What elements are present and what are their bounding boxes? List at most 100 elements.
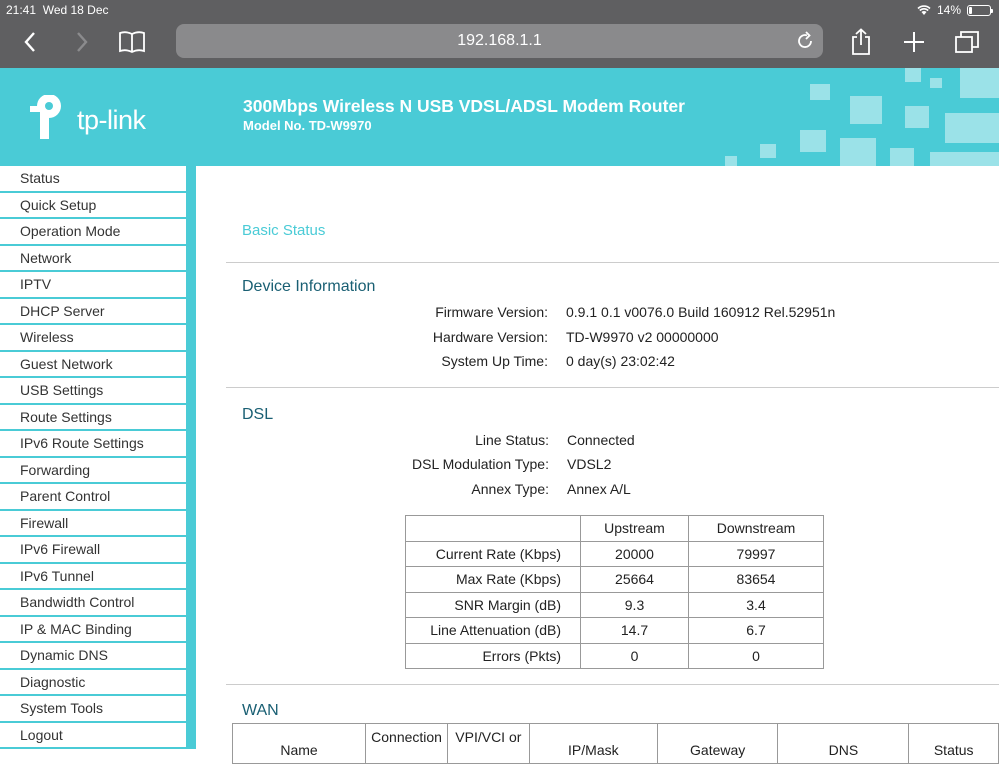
row-label: Line Attenuation (dB) — [405, 617, 581, 644]
browser-toolbar: 192.168.1.1 — [0, 20, 999, 68]
row-label: SNR Margin (dB) — [405, 591, 581, 618]
upstream-value: 9.3 — [580, 591, 689, 618]
upstream-value: 14.7 — [580, 617, 689, 644]
dsl-stats-table: Upstream Downstream Current Rate (Kbps) … — [405, 515, 824, 669]
hardware-version-row: Hardware Version: TD-W9970 v2 00000000 — [196, 329, 999, 349]
hardware-version-label: Hardware Version: — [432, 329, 548, 345]
plus-icon — [904, 32, 924, 52]
sidebar-item-logout[interactable]: Logout — [0, 722, 186, 747]
tp-link-logo: tp-link — [24, 95, 184, 143]
table-row: Errors (Pkts) 0 0 — [405, 642, 824, 669]
model-number: Model No. TD-W9970 — [243, 118, 372, 133]
firmware-version-row: Firmware Version: 0.9.1 0.1 v0076.0 Buil… — [196, 304, 999, 324]
system-up-time-row: System Up Time: 0 day(s) 23:02:42 — [196, 353, 999, 373]
annex-type-value: Annex A/L — [567, 481, 631, 497]
tabs-icon — [955, 31, 979, 53]
sidebar-item-ipv6-route-settings[interactable]: IPv6 Route Settings — [0, 431, 186, 456]
url-text: 192.168.1.1 — [457, 32, 542, 49]
sidebar-item-firewall[interactable]: Firewall — [0, 510, 186, 535]
status-right: 14% — [917, 3, 993, 17]
device-status-bar: 21:41 Wed 18 Dec 14% — [0, 0, 999, 20]
sidebar-item-operation-mode[interactable]: Operation Mode — [0, 219, 186, 244]
table-header-cell: Downstream — [688, 515, 824, 542]
forward-button[interactable] — [66, 28, 98, 56]
wan-title: WAN — [242, 702, 279, 719]
book-icon — [119, 31, 145, 54]
table-header-cell: Upstream — [580, 515, 689, 542]
sidebar-item-route-settings[interactable]: Route Settings — [0, 404, 186, 429]
sidebar-item-parent-control[interactable]: Parent Control — [0, 484, 186, 509]
new-tab-button[interactable] — [898, 28, 930, 56]
hardware-version-value: TD-W9970 v2 00000000 — [566, 329, 719, 345]
upstream-value: 0 — [580, 642, 689, 669]
share-icon — [852, 28, 870, 55]
battery-percent: 14% — [936, 3, 961, 17]
sidebar-item-quick-setup[interactable]: Quick Setup — [0, 192, 186, 217]
product-title: 300Mbps Wireless N USB VDSL/ADSL Modem R… — [243, 96, 685, 116]
tabs-button[interactable] — [951, 28, 983, 56]
annex-type-label: Annex Type: — [471, 481, 549, 497]
table-header-cell: VPI/VCI or — [447, 723, 530, 764]
row-label: Current Rate (Kbps) — [405, 540, 581, 567]
sidebar-item-dynamic-dns[interactable]: Dynamic DNS — [0, 643, 186, 668]
sidebar-item-guest-network[interactable]: Guest Network — [0, 351, 186, 376]
sidebar-item-dhcp-server[interactable]: DHCP Server — [0, 298, 186, 323]
downstream-value: 83654 — [688, 566, 824, 593]
table-header-cell: DNS — [777, 723, 910, 764]
dsl-modulation-value: VDSL2 — [567, 456, 612, 472]
sidebar-item-status[interactable]: Status — [0, 166, 186, 191]
table-header-cell: Gateway — [656, 723, 779, 764]
address-bar[interactable]: 192.168.1.1 — [176, 24, 823, 58]
chevron-right-icon — [77, 32, 88, 52]
sidebar-item-iptv[interactable]: IPTV — [0, 272, 186, 297]
router-header: tp-link 300Mbps Wireless N USB VDSL/ADSL… — [0, 68, 999, 166]
sidebar-item-ipv6-tunnel[interactable]: IPv6 Tunnel — [0, 563, 186, 588]
sidebar-item-ip-mac-binding[interactable]: IP & MAC Binding — [0, 616, 186, 641]
system-up-time-label: System Up Time: — [441, 353, 548, 369]
upstream-value: 25664 — [580, 566, 689, 593]
dsl-modulation-row: DSL Modulation Type: VDSL2 — [196, 456, 999, 476]
line-status-value: Connected — [567, 432, 635, 448]
table-row: Max Rate (Kbps) 25664 83654 — [405, 566, 824, 593]
line-status-row: Line Status: Connected — [196, 432, 999, 452]
upstream-value: 20000 — [580, 540, 689, 567]
row-label: Max Rate (Kbps) — [405, 566, 581, 593]
table-row: Current Rate (Kbps) 20000 79997 — [405, 540, 824, 567]
wan-table: Name Connection VPI/VCI or IP/Mask Gatew… — [231, 723, 999, 764]
back-button[interactable] — [14, 28, 46, 56]
firmware-version-label: Firmware Version: — [435, 304, 548, 320]
table-row: Line Attenuation (dB) 14.7 6.7 — [405, 617, 824, 644]
dsl-title: DSL — [242, 406, 274, 423]
reload-icon[interactable] — [795, 31, 815, 51]
sidebar-item-wireless[interactable]: Wireless — [0, 325, 186, 350]
sidebar-item-network[interactable]: Network — [0, 245, 186, 270]
sidebar-item-usb-settings[interactable]: USB Settings — [0, 378, 186, 403]
table-header-row: Name Connection VPI/VCI or IP/Mask Gatew… — [231, 723, 999, 764]
sidebar-item-system-tools[interactable]: System Tools — [0, 696, 186, 721]
firmware-version-value: 0.9.1 0.1 v0076.0 Build 160912 Rel.52951… — [566, 304, 836, 320]
sidebar-item-diagnostic[interactable]: Diagnostic — [0, 669, 186, 694]
row-label: Errors (Pkts) — [405, 642, 581, 669]
page-title: Basic Status — [242, 222, 326, 239]
share-button[interactable] — [845, 28, 877, 56]
table-row: SNR Margin (dB) 9.3 3.4 — [405, 591, 824, 618]
sidebar-item-forwarding[interactable]: Forwarding — [0, 457, 186, 482]
sidebar-item-ipv6-firewall[interactable]: IPv6 Firewall — [0, 537, 186, 562]
divider — [226, 387, 999, 388]
downstream-value: 6.7 — [688, 617, 824, 644]
system-up-time-value: 0 day(s) 23:02:42 — [566, 353, 675, 369]
bookmarks-button[interactable] — [116, 28, 148, 56]
line-status-label: Line Status: — [475, 432, 549, 448]
main-content: Basic Status Device Information Firmware… — [196, 166, 999, 764]
table-header-cell — [405, 515, 581, 542]
annex-type-row: Annex Type: Annex A/L — [196, 481, 999, 501]
table-header-cell: Status — [908, 723, 999, 764]
downstream-value: 0 — [688, 642, 824, 669]
chevron-left-icon — [24, 32, 35, 52]
table-header-cell: Name — [231, 723, 367, 764]
divider — [226, 684, 999, 685]
table-header-cell: Connection — [365, 723, 448, 764]
sidebar-item-bandwidth-control[interactable]: Bandwidth Control — [0, 590, 186, 615]
sidebar-nav: Status Quick Setup Operation Mode Networ… — [0, 166, 196, 749]
logo-text: tp-link — [77, 105, 146, 135]
